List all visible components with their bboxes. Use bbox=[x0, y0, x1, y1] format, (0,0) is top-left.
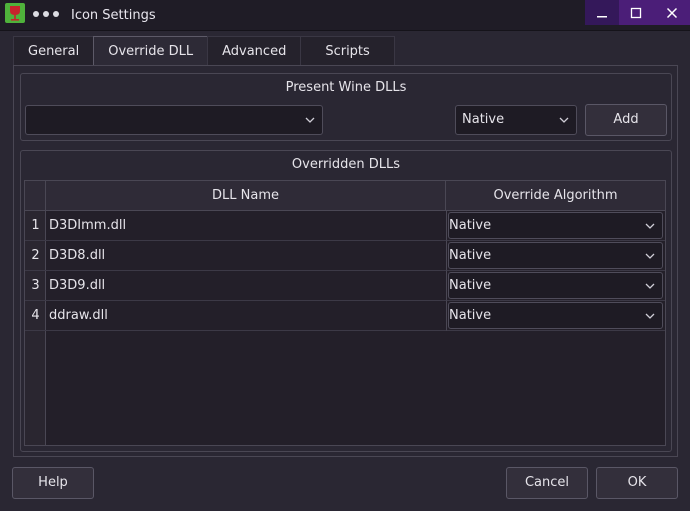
chevron-down-icon bbox=[559, 117, 569, 123]
algorithm-value: Native bbox=[449, 278, 492, 293]
column-header-dll-name[interactable]: DLL Name bbox=[46, 181, 446, 211]
tab-general[interactable]: General bbox=[13, 36, 95, 66]
dll-name-cell[interactable]: D3D8.dll bbox=[46, 241, 446, 271]
wine-glass-icon bbox=[5, 3, 25, 23]
tab-override-dll[interactable]: Override DLL bbox=[93, 36, 209, 66]
chevron-down-icon bbox=[305, 117, 315, 123]
algorithm-value: Native bbox=[449, 308, 492, 323]
algorithm-cell: Native bbox=[446, 301, 665, 331]
row-number: 4 bbox=[25, 301, 46, 331]
row-number: 3 bbox=[25, 271, 46, 301]
algorithm-select[interactable]: Native bbox=[448, 272, 663, 299]
overridden-dlls-title: Overridden DLLs bbox=[291, 157, 401, 172]
algorithm-cell: Native bbox=[446, 271, 665, 301]
dll-name-cell[interactable]: D3DImm.dll bbox=[46, 211, 446, 241]
algorithm-value: Native bbox=[449, 248, 492, 263]
tab-scripts[interactable]: Scripts bbox=[300, 36, 395, 66]
ok-button[interactable]: OK bbox=[596, 467, 678, 499]
row-number: 1 bbox=[25, 211, 46, 241]
help-button[interactable]: Help bbox=[12, 467, 94, 499]
add-button[interactable]: Add bbox=[585, 104, 667, 136]
close-button[interactable] bbox=[653, 0, 690, 25]
algorithm-select[interactable]: Native bbox=[448, 302, 663, 329]
algorithm-select[interactable]: Native bbox=[448, 212, 663, 239]
table-row[interactable]: 2 D3D8.dll Native bbox=[25, 241, 665, 271]
table-corner bbox=[25, 181, 46, 211]
tab-advanced[interactable]: Advanced bbox=[207, 36, 302, 66]
present-mode-value: Native bbox=[462, 112, 505, 127]
window-menu-icon[interactable] bbox=[33, 11, 59, 17]
present-dlls-title: Present Wine DLLs bbox=[285, 80, 407, 95]
algorithm-cell: Native bbox=[446, 241, 665, 271]
present-dll-select[interactable] bbox=[25, 105, 323, 135]
table-row[interactable]: 3 D3D9.dll Native bbox=[25, 271, 665, 301]
cancel-button[interactable]: Cancel bbox=[506, 467, 588, 499]
chevron-down-icon bbox=[645, 313, 655, 319]
window-title: Icon Settings bbox=[71, 8, 156, 23]
present-dlls-group: Present Wine DLLs Native Add bbox=[20, 73, 672, 141]
minimize-icon bbox=[597, 15, 607, 17]
maximize-button[interactable] bbox=[619, 0, 653, 25]
algorithm-cell: Native bbox=[446, 211, 665, 241]
row-number: 2 bbox=[25, 241, 46, 271]
chevron-down-icon bbox=[645, 253, 655, 259]
algorithm-select[interactable]: Native bbox=[448, 242, 663, 269]
minimize-button[interactable] bbox=[585, 0, 619, 25]
dll-name-cell[interactable]: ddraw.dll bbox=[46, 301, 446, 331]
algorithm-value: Native bbox=[449, 218, 492, 233]
tab-bar: General Override DLL Advanced Scripts bbox=[13, 36, 395, 66]
column-header-override-algorithm[interactable]: Override Algorithm bbox=[446, 181, 665, 211]
dll-name-cell[interactable]: D3D9.dll bbox=[46, 271, 446, 301]
title-bar: Icon Settings bbox=[0, 0, 690, 31]
table-row[interactable]: 1 D3DImm.dll Native bbox=[25, 211, 665, 241]
present-mode-select[interactable]: Native bbox=[455, 105, 577, 135]
table-row[interactable]: 4 ddraw.dll Native bbox=[25, 301, 665, 331]
chevron-down-icon bbox=[645, 283, 655, 289]
maximize-icon bbox=[630, 7, 642, 18]
overridden-dlls-table: DLL Name Override Algorithm 1 D3DImm.dll… bbox=[24, 180, 666, 446]
chevron-down-icon bbox=[645, 223, 655, 229]
close-icon bbox=[666, 7, 677, 18]
